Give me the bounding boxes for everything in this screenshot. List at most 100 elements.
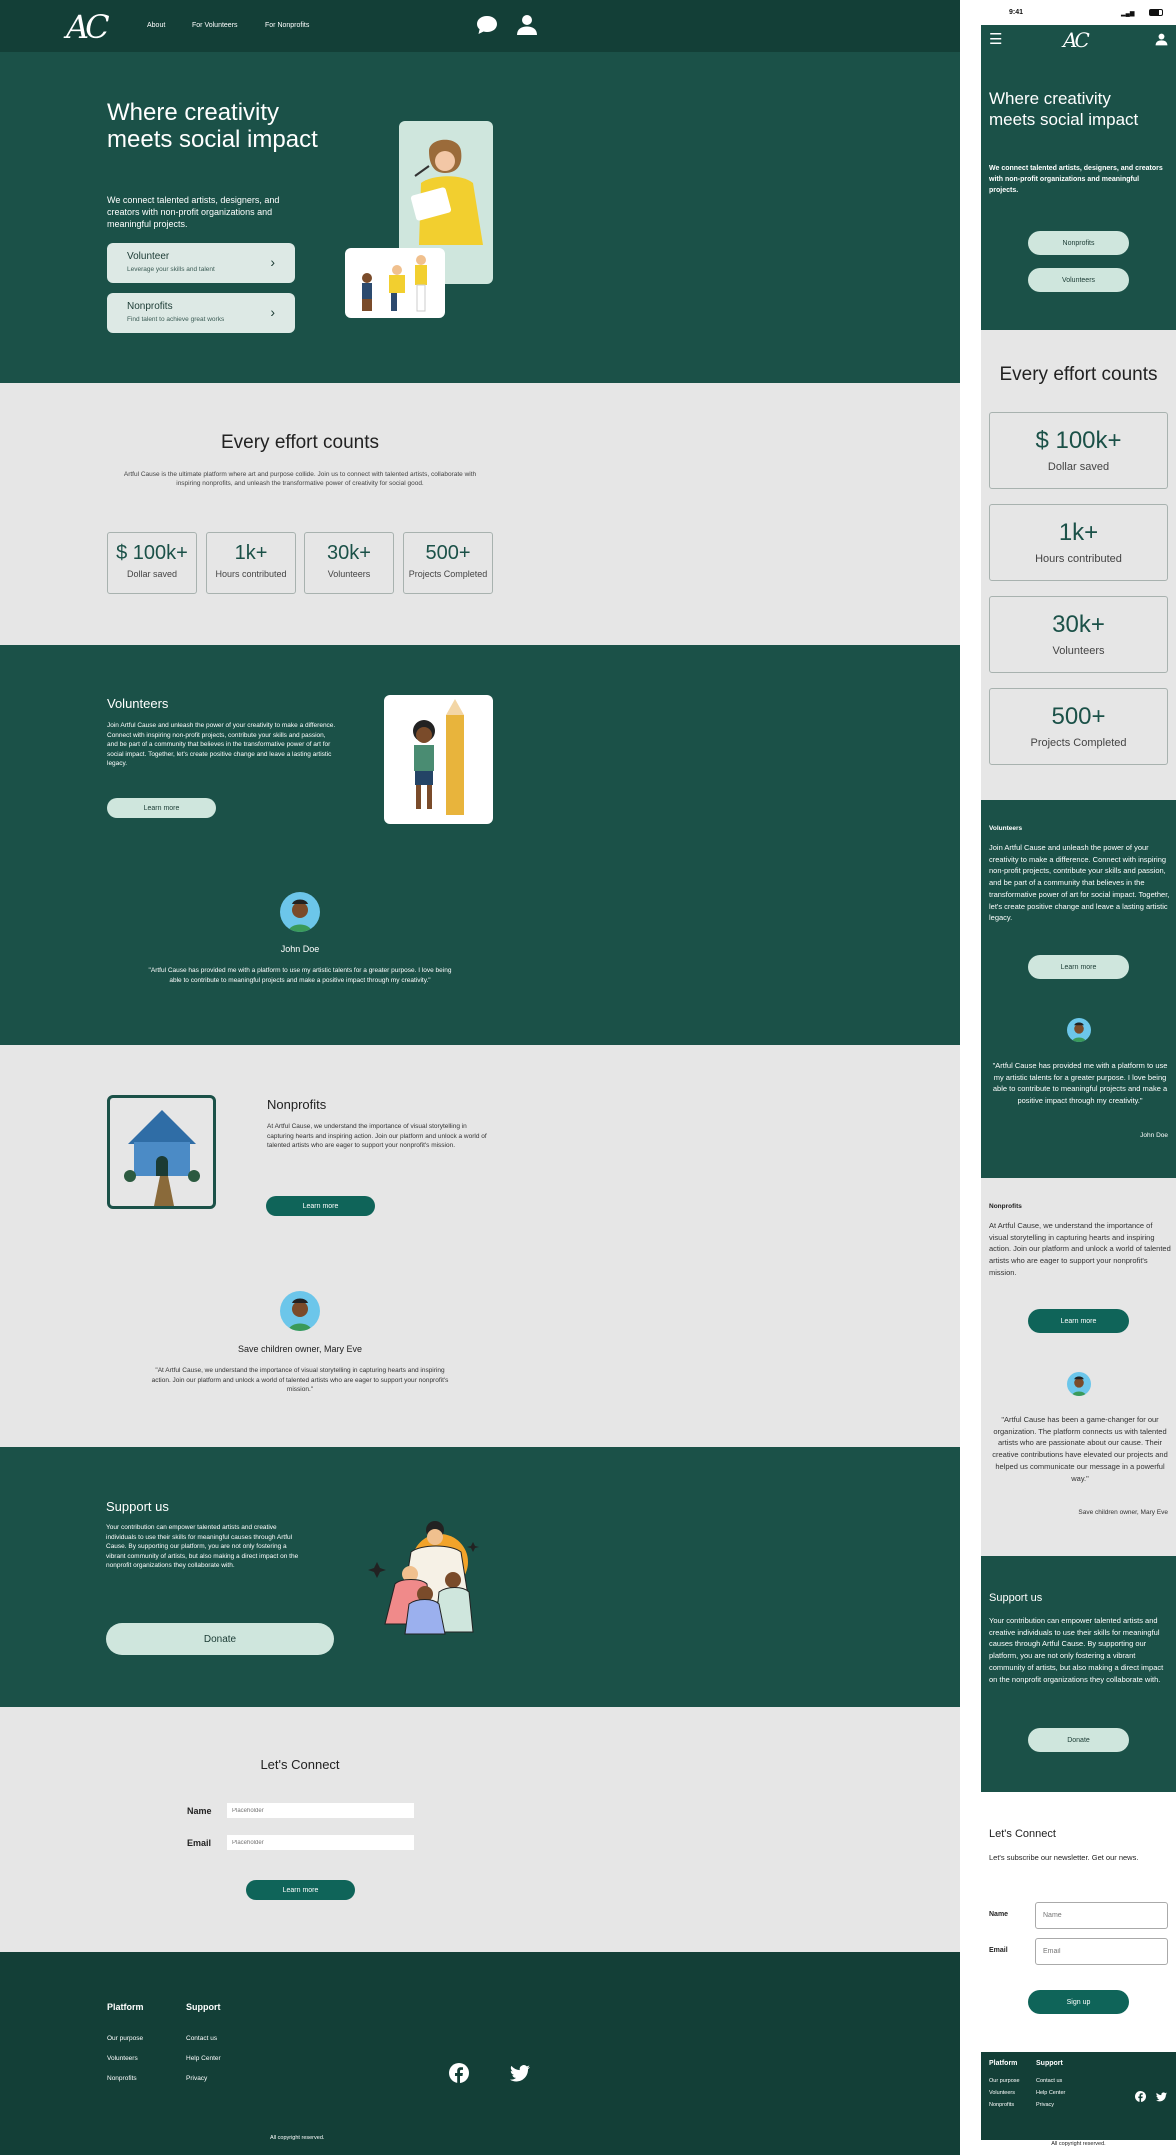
stat-label: Volunteers xyxy=(1052,645,1105,657)
mobile-nonprofits-quote: "Artful Cause has been a game-changer fo… xyxy=(992,1415,1168,1483)
footer-platform-title: Platform xyxy=(107,2002,144,2012)
name-input[interactable] xyxy=(227,1803,414,1818)
desktop-header: AC About For Volunteers For Nonprofits xyxy=(0,0,960,52)
mobile-copyright: All copyright reserved. xyxy=(1051,2141,1106,2147)
signal-icon: ▂▄▆ xyxy=(1121,11,1135,17)
mobile-signup-button[interactable]: Sign up xyxy=(1028,1990,1129,2014)
mobile-footer-link-help-center[interactable]: Help Center xyxy=(1036,2090,1065,2096)
user-icon[interactable] xyxy=(1155,33,1168,46)
menu-icon[interactable]: ☰ xyxy=(989,30,1002,48)
effort-desc: Artful Cause is the ultimate platform wh… xyxy=(123,471,477,487)
nav-for-nonprofits[interactable]: For Nonprofits xyxy=(265,22,309,29)
mobile-stat-volunteers: 30k+ Volunteers xyxy=(989,596,1168,673)
nonprofits-title: Nonprofits xyxy=(267,1097,327,1112)
connect-title: Let's Connect xyxy=(260,1757,340,1772)
effort-section: Every effort counts Artful Cause is the … xyxy=(0,383,960,645)
mobile-email-input[interactable] xyxy=(1035,1938,1168,1965)
mobile-nonprofits-learn-more-button[interactable]: Learn more xyxy=(1028,1309,1129,1333)
chevron-right-icon: › xyxy=(270,304,275,320)
desktop-layout: AC About For Volunteers For Nonprofits W… xyxy=(0,0,960,2155)
connect-learn-more-button[interactable]: Learn more xyxy=(246,1880,355,1900)
support-section: Support us Your contribution can empower… xyxy=(0,1447,960,1707)
mobile-footer-link-volunteers[interactable]: Volunteers xyxy=(989,2090,1015,2096)
volunteers-learn-more-button[interactable]: Learn more xyxy=(107,798,216,818)
facebook-icon[interactable] xyxy=(1135,2091,1146,2102)
nonprofits-card[interactable]: Nonprofits Find talent to achieve great … xyxy=(107,293,295,333)
hero-illustration-team xyxy=(345,248,445,318)
volunteer-card-title: Volunteer xyxy=(127,251,170,262)
volunteer-illustration xyxy=(384,695,493,824)
footer-link-volunteers[interactable]: Volunteers xyxy=(107,2055,138,2062)
support-title: Support us xyxy=(106,1499,169,1514)
mobile-connect-section: Let's Connect Let's subscribe our newsle… xyxy=(981,1792,1176,2052)
twitter-icon[interactable] xyxy=(510,2065,530,2082)
stat-value: 1k+ xyxy=(1058,519,1099,546)
mobile-logo[interactable]: AC xyxy=(1063,28,1090,52)
mobile-nonprofits-button[interactable]: Nonprofits xyxy=(1028,231,1129,255)
footer-support-title: Support xyxy=(186,2002,221,2012)
battery-icon xyxy=(1149,9,1163,16)
stat-value: 500+ xyxy=(425,542,471,564)
mobile-footer: Platform Our purpose Volunteers Nonprofi… xyxy=(981,2052,1176,2140)
mobile-donate-button[interactable]: Donate xyxy=(1028,1728,1129,1752)
mobile-stat-dollars: $ 100k+ Dollar saved xyxy=(989,412,1168,489)
mobile-newsletter-text: Let's subscribe our newsletter. Get our … xyxy=(989,1853,1139,1862)
footer-link-help-center[interactable]: Help Center xyxy=(186,2055,221,2062)
mobile-volunteers-button[interactable]: Volunteers xyxy=(1028,268,1129,292)
support-illustration xyxy=(355,1512,495,1642)
twitter-icon[interactable] xyxy=(1156,2092,1167,2102)
mary-eve-name: Save children owner, Mary Eve xyxy=(237,1344,363,1354)
mobile-footer-link-contact-us[interactable]: Contact us xyxy=(1036,2078,1062,2084)
logo[interactable]: AC xyxy=(66,8,110,46)
facebook-icon[interactable] xyxy=(449,2063,469,2083)
nonprofits-learn-more-button[interactable]: Learn more xyxy=(266,1196,375,1216)
mobile-footer-link-privacy[interactable]: Privacy xyxy=(1036,2102,1054,2108)
mobile-status-bar: 9:41 ▂▄▆ xyxy=(981,0,1176,25)
nonprofits-card-desc: Find talent to achieve great works xyxy=(127,316,225,323)
mobile-layout: 9:41 ▂▄▆ ☰ AC Where creativity meets soc… xyxy=(981,0,1176,2155)
stat-label: Hours contributed xyxy=(215,569,287,579)
user-icon[interactable] xyxy=(516,14,538,36)
stat-value: $ 100k+ xyxy=(1035,427,1122,454)
stat-label: Dollar saved xyxy=(126,569,178,579)
mobile-support-section: Support us Your contribution can empower… xyxy=(981,1556,1176,1792)
chat-icon[interactable] xyxy=(476,15,498,35)
stat-card-volunteers: 30k+ Volunteers xyxy=(304,532,394,594)
support-desc: Your contribution can empower talented a… xyxy=(106,1524,299,1569)
stat-card-dollars: $ 100k+ Dollar saved xyxy=(107,532,197,594)
stat-value: 500+ xyxy=(1051,703,1106,730)
mobile-volunteers-desc: Join Artful Cause and unleash the power … xyxy=(989,843,1170,923)
mary-eve-quote: "At Artful Cause, we understand the impo… xyxy=(151,1367,449,1393)
mobile-volunteers-quote: "Artful Cause has provided me with a pla… xyxy=(992,1061,1168,1106)
mobile-volunteers-title: Volunteers xyxy=(989,825,1023,832)
mobile-support-title: Support us xyxy=(989,1592,1043,1604)
donate-button[interactable]: Donate xyxy=(106,1623,334,1655)
name-label: Name xyxy=(187,1806,212,1816)
footer-link-contact-us[interactable]: Contact us xyxy=(186,2035,217,2042)
mobile-footer-link-our-purpose[interactable]: Our purpose xyxy=(989,2078,1020,2084)
volunteers-section: Volunteers Join Artful Cause and unleash… xyxy=(0,645,960,1045)
stat-label: Volunteers xyxy=(327,569,371,579)
footer-link-privacy[interactable]: Privacy xyxy=(186,2075,207,2082)
nav-for-volunteers[interactable]: For Volunteers xyxy=(192,22,238,29)
mobile-nonprofits-desc: At Artful Cause, we understand the impor… xyxy=(989,1221,1171,1277)
volunteer-card-desc: Leverage your skills and talent xyxy=(127,266,215,273)
mobile-effort-title: Every effort counts xyxy=(999,364,1158,385)
mobile-name-label: Name xyxy=(989,1911,1009,1918)
mobile-volunteers-section: Volunteers Join Artful Cause and unleash… xyxy=(981,800,1176,1178)
email-label: Email xyxy=(187,1838,212,1848)
stat-label: Projects Completed xyxy=(1030,737,1127,749)
nav-about[interactable]: About xyxy=(147,22,165,29)
mobile-email-label: Email xyxy=(989,1947,1008,1954)
footer-link-nonprofits[interactable]: Nonprofits xyxy=(107,2075,137,2082)
volunteer-card[interactable]: Volunteer Leverage your skills and talen… xyxy=(107,243,295,283)
mobile-nonprofits-section: Nonprofits At Artful Cause, we understan… xyxy=(981,1178,1176,1556)
email-input[interactable] xyxy=(227,1835,414,1850)
mobile-footer-link-nonprofits[interactable]: Nonprofits xyxy=(989,2102,1014,2108)
mobile-connect-title: Let's Connect xyxy=(989,1828,1056,1840)
mobile-john-doe-avatar xyxy=(1067,1018,1091,1042)
status-time: 9:41 xyxy=(1009,9,1024,16)
mobile-volunteers-learn-more-button[interactable]: Learn more xyxy=(1028,955,1129,979)
mobile-name-input[interactable] xyxy=(1035,1902,1168,1929)
footer-link-our-purpose[interactable]: Our purpose xyxy=(107,2035,143,2042)
